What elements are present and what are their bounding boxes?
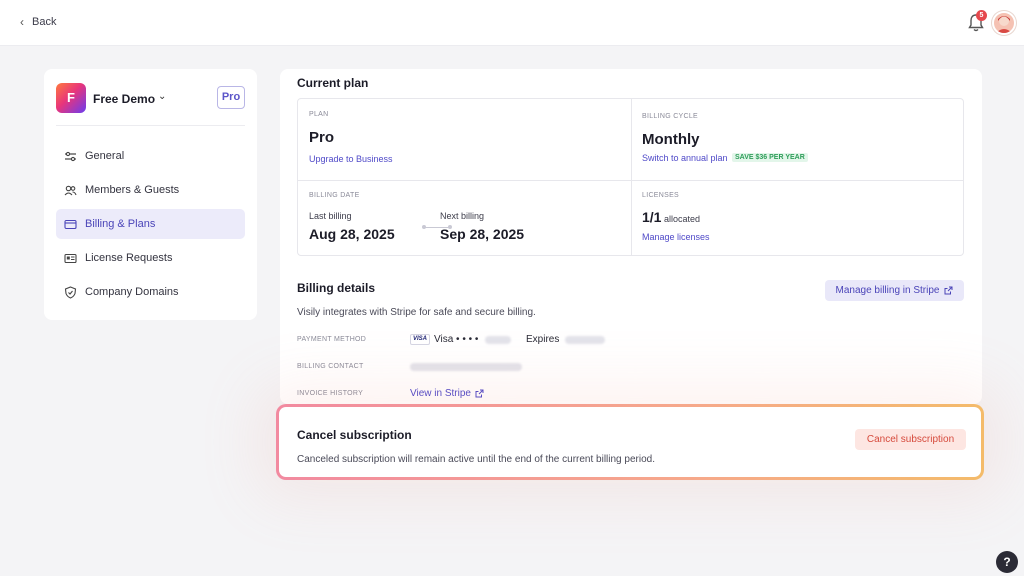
view-in-stripe-link[interactable]: View in Stripe [410, 388, 484, 399]
billing-panel: Current plan PLAN Pro Upgrade to Busines… [280, 69, 982, 404]
licenses-suffix: allocated [664, 214, 701, 224]
sidebar-item-label: License Requests [85, 252, 173, 264]
link-label: View in Stripe [410, 388, 471, 399]
save-badge: SAVE $36 PER YEAR [732, 153, 808, 162]
redacted-contact-email [410, 363, 522, 371]
billing-description: Visily integrates with Stripe for safe a… [297, 307, 536, 318]
redacted-card-digits [485, 336, 511, 344]
cancel-subscription-button[interactable]: Cancel subscription [855, 429, 966, 450]
external-link-icon [944, 286, 953, 295]
sidebar-item-company-domains[interactable]: Company Domains [56, 277, 245, 307]
sidebar-item-members[interactable]: Members & Guests [56, 175, 245, 205]
billing-cycle-value: Monthly [642, 131, 700, 148]
workspace-name[interactable]: Free Demo [93, 92, 155, 106]
licenses-caption: LICENSES [642, 192, 680, 199]
credit-card-icon [64, 219, 77, 229]
current-plan-title: Current plan [297, 76, 369, 90]
last-billing-label: Last billing [309, 211, 352, 221]
id-card-icon [64, 253, 77, 263]
payment-method-label: PAYMENT METHOD [297, 336, 367, 343]
sidebar-item-label: General [85, 150, 125, 162]
external-link-icon [475, 389, 484, 398]
back-label: Back [32, 16, 57, 28]
billing-cycle-caption: BILLING CYCLE [642, 113, 699, 120]
switch-annual-link[interactable]: Switch to annual plan [642, 153, 728, 163]
redacted-expiry [565, 336, 605, 344]
settings-sidebar: F Free Demo ⌄ Pro General Members & Gues… [44, 69, 257, 320]
cancel-subscription-card: Cancel subscription Canceled subscriptio… [279, 407, 981, 477]
workspace-logo: F [56, 83, 86, 113]
plan-summary-grid: PLAN Pro Upgrade to Business BILLING CYC… [297, 98, 964, 256]
cancel-description: Canceled subscription will remain active… [297, 454, 655, 465]
invoice-history-label: INVOICE HISTORY [297, 390, 364, 397]
chevron-left-icon: ‹ [20, 15, 24, 29]
licenses-value: 1/1 [642, 209, 662, 225]
upgrade-link[interactable]: Upgrade to Business [309, 154, 393, 164]
plan-badge: Pro [217, 86, 245, 109]
billing-details-title: Billing details [297, 281, 376, 295]
plan-caption: PLAN [309, 111, 329, 118]
cancel-title: Cancel subscription [297, 428, 412, 442]
sidebar-item-label: Members & Guests [85, 184, 180, 196]
visa-card-icon: VISA [410, 334, 430, 345]
notification-badge: 5 [976, 10, 987, 21]
sliders-icon [65, 151, 76, 161]
back-button[interactable]: ‹ Back [20, 15, 56, 29]
expires-label: Expires [526, 334, 560, 345]
avatar[interactable] [992, 11, 1016, 35]
users-icon [64, 185, 77, 195]
next-billing-date: Sep 28, 2025 [440, 226, 525, 242]
chevron-down-icon[interactable]: ⌄ [158, 91, 166, 102]
shield-icon [64, 285, 77, 299]
last-billing-date: Aug 28, 2025 [309, 226, 395, 242]
top-bar: ‹ Back 5 [0, 0, 1024, 46]
sidebar-item-label: Company Domains [85, 286, 179, 298]
sidebar-item-billing[interactable]: Billing & Plans [56, 209, 245, 239]
manage-billing-stripe-button[interactable]: Manage billing in Stripe [825, 280, 964, 301]
plan-value: Pro [309, 129, 335, 146]
divider [56, 125, 245, 126]
manage-licenses-link[interactable]: Manage licenses [642, 232, 710, 242]
cancel-subscription-highlight: Cancel subscription Canceled subscriptio… [276, 404, 984, 480]
next-billing-label: Next billing [440, 211, 485, 221]
help-button[interactable]: ? [996, 551, 1018, 573]
billing-date-caption: BILLING DATE [309, 192, 360, 199]
sidebar-item-label: Billing & Plans [85, 218, 156, 230]
sidebar-item-general[interactable]: General [56, 141, 245, 171]
card-text: Visa • • • • [434, 334, 479, 345]
button-label: Manage billing in Stripe [835, 285, 940, 296]
sidebar-item-license-requests[interactable]: License Requests [56, 243, 245, 273]
billing-contact-label: BILLING CONTACT [297, 363, 364, 370]
